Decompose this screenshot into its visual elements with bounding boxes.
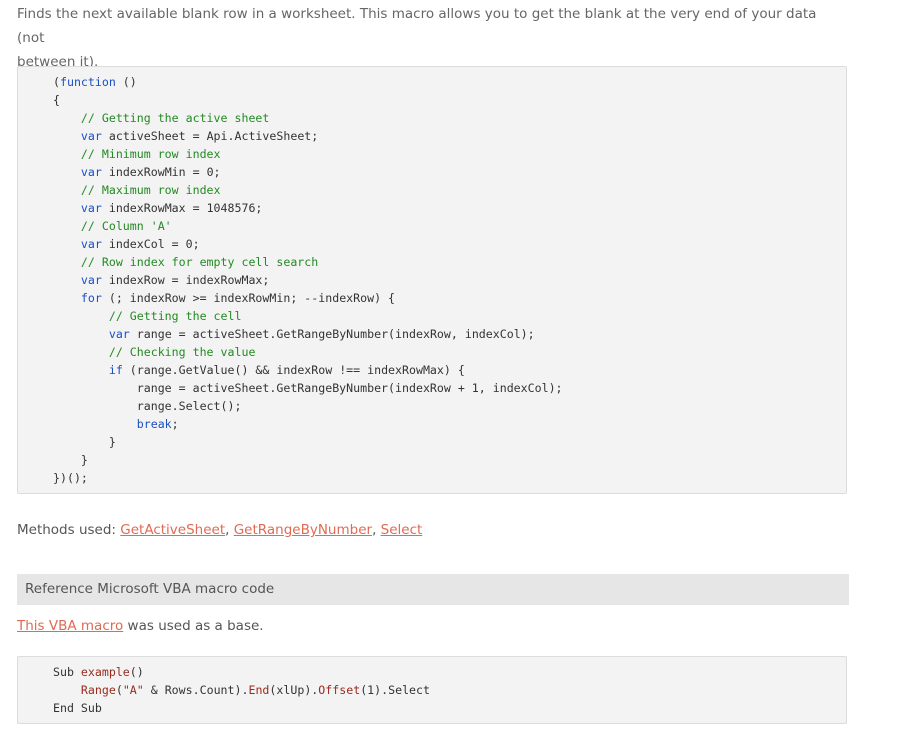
methods-separator: , — [372, 522, 381, 538]
code-line: } — [53, 453, 88, 467]
js-code-block[interactable]: (function () { // Getting the active she… — [17, 66, 847, 494]
code-line: for (; indexRow >= indexRowMin; --indexR… — [80, 291, 396, 305]
intro-line-1: Finds the next available blank row in a … — [17, 6, 817, 46]
code-line: })(); — [53, 471, 88, 485]
code-comment: // Getting the cell — [53, 309, 242, 323]
code-comment: // Row index for empty cell search — [53, 255, 319, 269]
vba-base-suffix: was used as a base. — [123, 618, 264, 634]
js-code: (function () { // Getting the active she… — [53, 73, 563, 487]
code-line: var indexRow = indexRowMax; — [80, 273, 270, 287]
methods-label: Methods used: — [17, 522, 121, 538]
code-comment: // Checking the value — [53, 345, 256, 359]
code-line: (function () — [53, 75, 137, 89]
reference-heading: Reference Microsoft VBA macro code — [17, 574, 849, 605]
code-line: range.Select(); — [53, 399, 242, 413]
code-line: var indexRowMax = 1048576; — [80, 201, 263, 215]
code-comment: // Column 'A' — [53, 219, 172, 233]
vba-macro-link[interactable]: This VBA macro — [17, 618, 123, 634]
code-comment: // Maximum row index — [53, 183, 221, 197]
methods-used: Methods used: GetActiveSheet, GetRangeBy… — [17, 519, 422, 541]
method-link-getrangebynumber[interactable]: GetRangeByNumber — [234, 522, 372, 538]
code-line: End Sub — [53, 701, 102, 715]
code-line: break; — [136, 417, 179, 431]
code-line: if (range.GetValue() && indexRow !== ind… — [108, 363, 465, 377]
code-line: var range = activeSheet.GetRangeByNumber… — [108, 327, 535, 341]
vba-code-block[interactable]: Sub example() Range("A" & Rows.Count).En… — [17, 656, 847, 724]
code-line: Range("A" & Rows.Count).End(xlUp).Offset… — [80, 683, 430, 697]
code-line: range = activeSheet.GetRangeByNumber(ind… — [53, 381, 563, 395]
code-comment: // Minimum row index — [53, 147, 221, 161]
code-line: } — [53, 435, 116, 449]
method-link-select[interactable]: Select — [381, 522, 423, 538]
code-line: var indexRowMin = 0; — [80, 165, 221, 179]
vba-code: Sub example() Range("A" & Rows.Count).En… — [53, 663, 430, 717]
vba-base-note: This VBA macro was used as a base. — [17, 615, 264, 637]
code-line: Sub example() — [53, 665, 144, 679]
methods-separator: , — [225, 522, 234, 538]
method-link-getactivesheet[interactable]: GetActiveSheet — [120, 522, 225, 538]
code-comment: // Getting the active sheet — [53, 111, 270, 125]
code-line: var activeSheet = Api.ActiveSheet; — [80, 129, 319, 143]
intro-paragraph: Finds the next available blank row in a … — [17, 2, 847, 74]
code-line: var indexCol = 0; — [80, 237, 200, 251]
code-line: { — [53, 93, 60, 107]
